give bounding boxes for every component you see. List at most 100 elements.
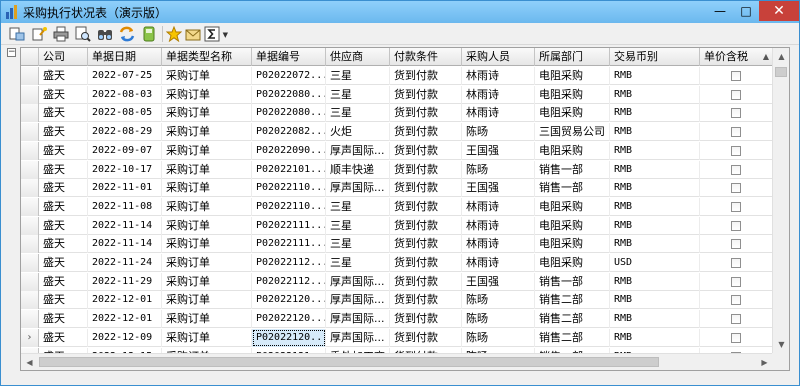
cell-date[interactable]: 2022-11-14	[88, 235, 162, 254]
row-indicator[interactable]	[21, 216, 39, 235]
cell-supplier[interactable]: 三星	[326, 216, 390, 235]
find-icon[interactable]	[97, 26, 113, 42]
cell-company[interactable]: 盛天	[39, 197, 88, 216]
cell-payment-terms[interactable]: 货到付款	[390, 235, 462, 254]
table-row[interactable]: 盛天 2022-08-29 采购订单 P02022082... 火炬 货到付款 陈旸 三国贸易…	[21, 123, 773, 142]
cell-supplier[interactable]: 三星	[326, 235, 390, 254]
cell-supplier[interactable]: 三星	[326, 197, 390, 216]
cell-payment-terms[interactable]: 货到付款	[390, 67, 462, 85]
star-icon[interactable]	[165, 25, 183, 43]
cell-department[interactable]: 电阻采购	[535, 235, 610, 254]
mail-icon[interactable]	[185, 26, 201, 42]
cell-date[interactable]: 2022-11-08	[88, 197, 162, 216]
cell-date[interactable]: 2022-12-01	[88, 291, 162, 310]
cell-department[interactable]: 电阻采购	[535, 141, 610, 160]
cell-buyer[interactable]: 林雨诗	[462, 85, 535, 104]
cell-currency[interactable]: USD	[610, 254, 700, 272]
cell-doc-type[interactable]: 采购订单	[162, 67, 252, 85]
cell-currency[interactable]: RMB	[610, 160, 700, 179]
cell-doc-number[interactable]: P02022110...	[252, 179, 326, 198]
cell-buyer[interactable]: 陈旸	[462, 310, 535, 329]
cell-payment-terms[interactable]: 货到付款	[390, 197, 462, 216]
cell-doc-number[interactable]: P02022101...	[252, 160, 326, 179]
row-indicator[interactable]	[21, 291, 39, 310]
cell-department[interactable]: 销售一部	[535, 272, 610, 291]
cell-supplier[interactable]: 厚声国际...	[326, 310, 390, 329]
table-row[interactable]: 盛天 2022-11-24 采购订单 P02022112... 三星 货到付款 林雨诗 电阻采…	[21, 254, 773, 272]
cell-buyer[interactable]: 林雨诗	[462, 254, 535, 272]
cell-doc-type[interactable]: 采购订单	[162, 141, 252, 160]
cell-currency[interactable]: RMB	[610, 67, 700, 85]
cell-supplier[interactable]: 火炬	[326, 123, 390, 142]
horizontal-scrollbar[interactable]: ◀ ▶	[21, 353, 773, 370]
column-header-company[interactable]: 公司	[39, 48, 88, 66]
cell-currency[interactable]: RMB	[610, 85, 700, 104]
export-icon[interactable]	[9, 26, 25, 42]
cell-company[interactable]: 盛天	[39, 67, 88, 85]
cell-company[interactable]: 盛天	[39, 104, 88, 123]
cell-doc-type[interactable]: 采购订单	[162, 123, 252, 142]
cell-supplier[interactable]: 三星	[326, 85, 390, 104]
cell-department[interactable]: 销售二部	[535, 328, 610, 347]
maximize-button[interactable]: □	[733, 1, 759, 21]
cell-currency[interactable]: RMB	[610, 310, 700, 329]
cell-buyer[interactable]: 陈旸	[462, 291, 535, 310]
cell-buyer[interactable]: 王国强	[462, 179, 535, 198]
cell-supplier[interactable]: 厚声国际...	[326, 272, 390, 291]
refresh-icon[interactable]	[119, 26, 135, 42]
cell-department[interactable]: 销售一部	[535, 179, 610, 198]
cell-currency[interactable]: RMB	[610, 291, 700, 310]
wand-icon[interactable]	[31, 26, 47, 42]
cell-doc-number[interactable]: P02022090...	[252, 141, 326, 160]
cell-department[interactable]: 销售一部	[535, 160, 610, 179]
cell-payment-terms[interactable]: 货到付款	[390, 291, 462, 310]
cell-buyer[interactable]: 林雨诗	[462, 235, 535, 254]
cell-buyer[interactable]: 林雨诗	[462, 216, 535, 235]
sort-ascending-icon[interactable]: ▲	[763, 48, 769, 66]
cell-currency[interactable]: RMB	[610, 216, 700, 235]
tax-included-checkbox[interactable]	[731, 89, 741, 100]
scroll-down-icon[interactable]: ▼	[773, 336, 789, 353]
table-row[interactable]: 盛天 2022-11-08 采购订单 P02022110... 三星 货到付款 林雨诗 电阻采…	[21, 197, 773, 216]
table-row[interactable]: 盛天 2022-10-17 采购订单 P02022101... 顺丰快递 货到付款 陈旸 销售…	[21, 160, 773, 179]
row-indicator[interactable]	[21, 104, 39, 123]
table-row[interactable]: 盛天 2022-12-01 采购订单 P02022120... 厚声国际... 货到付款陈…	[21, 291, 773, 310]
cell-date[interactable]: 2022-08-05	[88, 104, 162, 123]
table-row[interactable]: 盛天 2022-08-05 采购订单 P02022080... 三星 货到付款 林雨诗 电阻采…	[21, 104, 773, 123]
cell-payment-terms[interactable]: 货到付款	[390, 328, 462, 347]
cell-buyer[interactable]: 陈旸	[462, 328, 535, 347]
cell-department[interactable]: 电阻采购	[535, 254, 610, 272]
cell-company[interactable]: 盛天	[39, 141, 88, 160]
column-header-currency[interactable]: 交易币别	[610, 48, 700, 66]
minimize-button[interactable]: —	[707, 1, 733, 21]
print-icon[interactable]	[53, 26, 69, 42]
cell-department[interactable]: 三国贸易公司	[535, 123, 610, 142]
cell-doc-number[interactable]: P02022112...	[252, 272, 326, 291]
cell-currency[interactable]: RMB	[610, 197, 700, 216]
cell-payment-terms[interactable]: 货到付款	[390, 104, 462, 123]
table-row[interactable]: › 盛天 2022-12-09 采购订单 P02022120... 厚声国际... 货到付款…	[21, 328, 773, 347]
scroll-right-icon[interactable]: ▶	[756, 354, 773, 370]
cell-company[interactable]: 盛天	[39, 123, 88, 142]
cell-payment-terms[interactable]: 货到付款	[390, 216, 462, 235]
cell-buyer[interactable]: 林雨诗	[462, 104, 535, 123]
cell-payment-terms[interactable]: 货到付款	[390, 310, 462, 329]
cell-currency[interactable]: RMB	[610, 235, 700, 254]
cell-doc-number[interactable]: P02022110...	[252, 197, 326, 216]
tax-included-checkbox[interactable]	[731, 164, 741, 175]
horizontal-scroll-thumb[interactable]	[39, 357, 659, 367]
cell-date[interactable]: 2022-11-14	[88, 216, 162, 235]
collapse-toggle[interactable]: −	[7, 48, 16, 57]
tax-included-checkbox[interactable]	[731, 314, 741, 325]
tax-included-checkbox[interactable]	[731, 108, 741, 119]
cell-buyer[interactable]: 陈旸	[462, 123, 535, 142]
cell-doc-number[interactable]: P02022120...	[252, 328, 326, 347]
row-indicator[interactable]	[21, 179, 39, 198]
cell-supplier[interactable]: 厚声国际...	[326, 328, 390, 347]
tax-included-checkbox[interactable]	[731, 258, 741, 268]
row-indicator[interactable]	[21, 67, 39, 85]
cell-company[interactable]: 盛天	[39, 235, 88, 254]
column-header-doc-type[interactable]: 单据类型名称	[162, 48, 252, 66]
tax-included-checkbox[interactable]	[731, 183, 741, 194]
cell-company[interactable]: 盛天	[39, 272, 88, 291]
